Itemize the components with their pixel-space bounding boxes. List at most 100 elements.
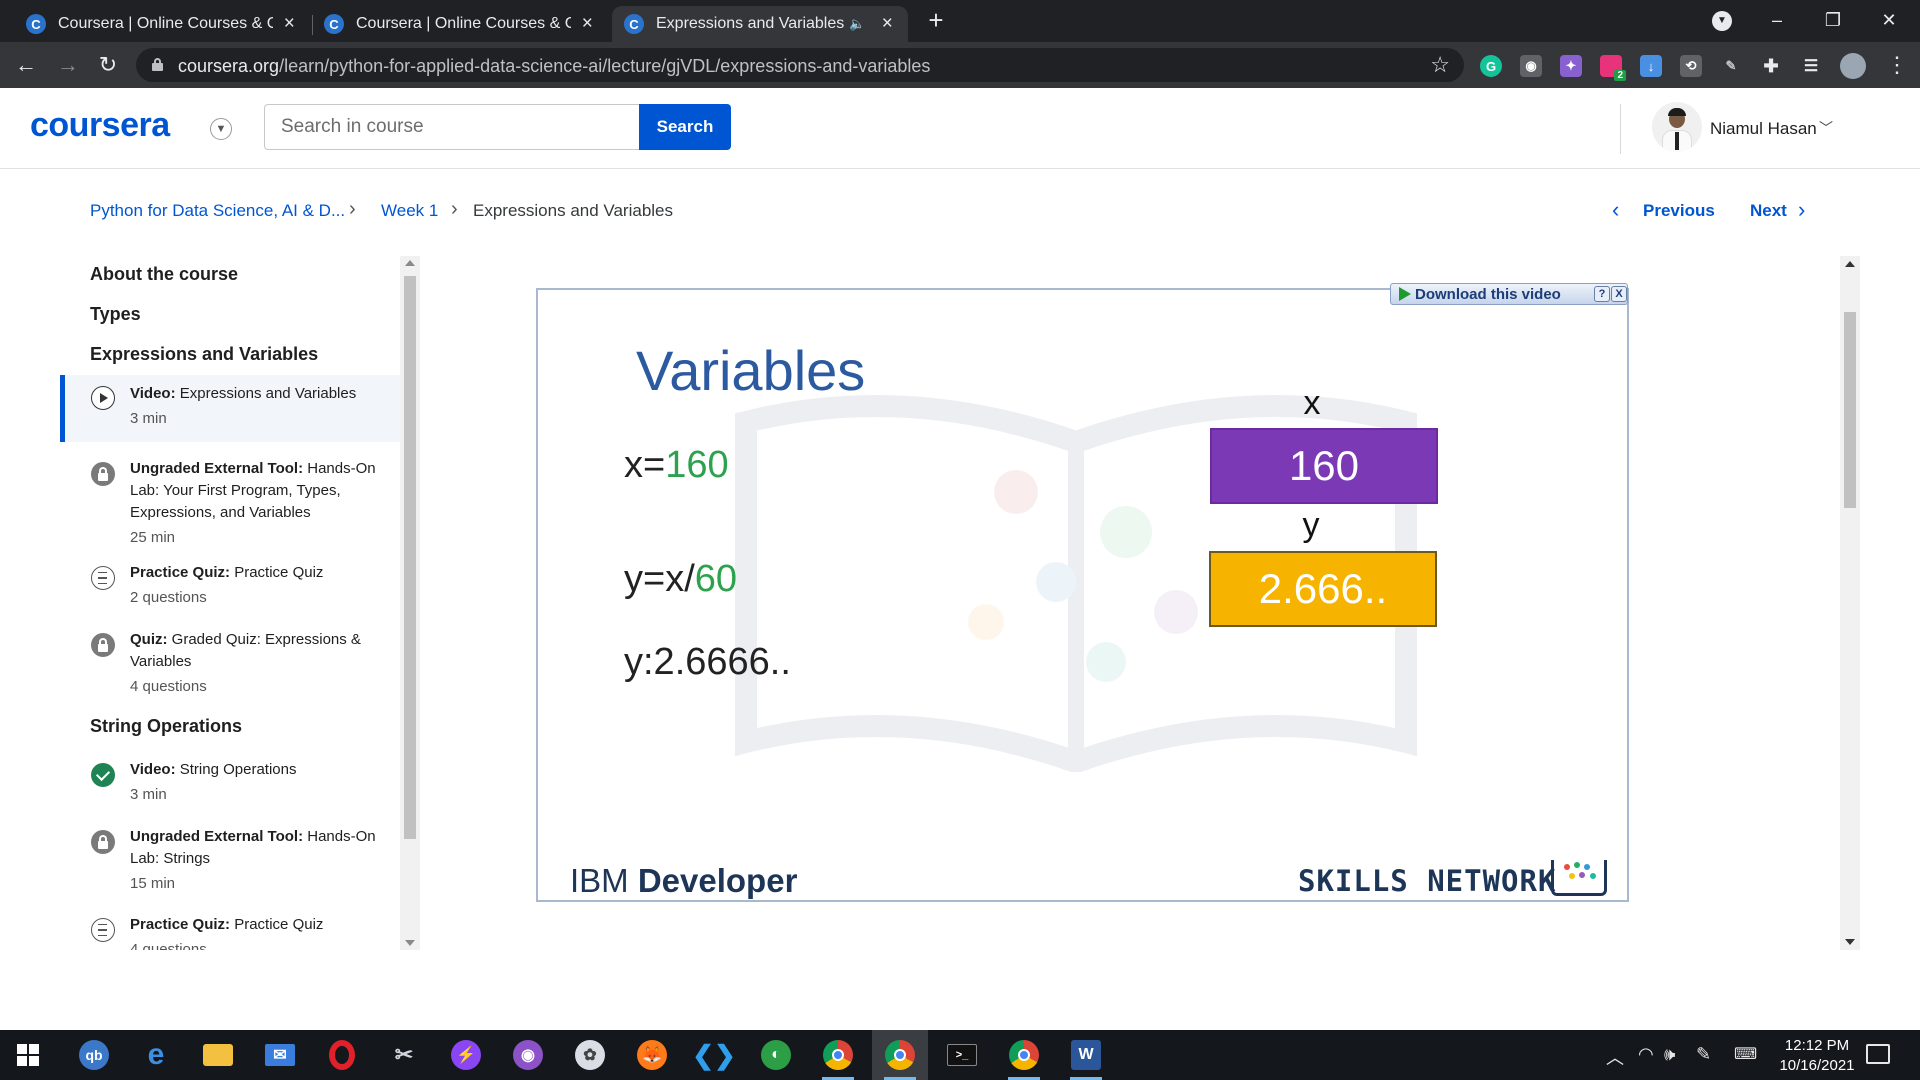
chrome-icon[interactable]: [810, 1030, 866, 1080]
terminal-icon[interactable]: >_: [934, 1030, 990, 1080]
next-link[interactable]: Next: [1750, 201, 1787, 221]
new-tab-button[interactable]: +: [922, 6, 950, 36]
search-input[interactable]: [264, 104, 640, 150]
sidebar-section-string-operations[interactable]: String Operations: [90, 716, 242, 737]
sidebar-item-practice-quiz-2[interactable]: Practice Quiz: Practice Quiz 4 questions: [60, 914, 400, 950]
camera-extension-icon[interactable]: ◉: [1520, 55, 1542, 77]
quiz-icon: [91, 918, 115, 942]
edge-icon[interactable]: e: [128, 1030, 184, 1080]
word-icon[interactable]: W: [1058, 1030, 1114, 1080]
sidebar-item-video-expressions[interactable]: Video: Expressions and Variables 3 min: [60, 375, 400, 442]
help-icon[interactable]: ?: [1594, 286, 1610, 302]
sidebar-item-lab-strings[interactable]: Ungraded External Tool: Hands-On Lab: St…: [60, 826, 400, 892]
close-window-icon[interactable]: ✕: [1866, 4, 1912, 36]
chevron-down-icon[interactable]: ▼: [210, 118, 232, 140]
scroll-down-arrow-icon[interactable]: [1845, 939, 1855, 945]
coursera-logo[interactable]: coursera: [30, 106, 170, 145]
content-scrollbar[interactable]: [1840, 256, 1860, 950]
sidebar-scrollbar[interactable]: [400, 256, 420, 950]
address-bar[interactable]: coursera.org/learn/python-for-applied-da…: [136, 48, 1464, 82]
puzzle-extensions-icon[interactable]: ✚: [1760, 55, 1782, 77]
tab-title: Expressions and Variables | Coursera: [656, 15, 845, 32]
coursera-favicon-icon: C: [624, 14, 644, 34]
breadcrumb-week[interactable]: Week 1: [381, 201, 438, 221]
globe-app-icon[interactable]: ◐: [748, 1030, 804, 1080]
sidebar-section-expressions[interactable]: Expressions and Variables: [90, 344, 318, 365]
pen-icon[interactable]: ✎: [1696, 1044, 1711, 1065]
minimize-icon[interactable]: –: [1754, 4, 1800, 36]
breadcrumb-course[interactable]: Python for Data Science, AI & D...: [90, 201, 345, 221]
keyboard-icon[interactable]: ⌨: [1734, 1044, 1757, 1064]
opera-icon[interactable]: [314, 1030, 370, 1080]
sidebar-item-lab-first-program[interactable]: Ungraded External Tool: Hands-On Lab: Yo…: [60, 452, 400, 546]
browser-tab-active[interactable]: C Expressions and Variables | Coursera 🔈…: [612, 6, 908, 42]
extension-icon[interactable]: ⟲: [1680, 55, 1702, 77]
sidebar-item-graded-quiz[interactable]: Quiz: Graded Quiz: Expressions & Variabl…: [60, 629, 400, 699]
close-tab-icon[interactable]: ×: [579, 13, 596, 35]
snipping-tool-icon[interactable]: ✂: [376, 1030, 432, 1080]
scroll-up-arrow-icon[interactable]: [405, 260, 415, 266]
paint-icon[interactable]: ✿: [562, 1030, 618, 1080]
back-icon[interactable]: ←: [12, 51, 40, 79]
close-tab-icon[interactable]: ×: [879, 13, 896, 35]
browser-toolbar: ← → ↻ coursera.org/learn/python-for-appl…: [0, 42, 1920, 88]
windows-start-icon[interactable]: [0, 1030, 56, 1080]
vscode-icon[interactable]: ❮❯: [686, 1030, 742, 1080]
download-extension-icon[interactable]: ↓: [1640, 55, 1662, 77]
chevron-up-icon[interactable]: ︿: [1606, 1044, 1624, 1070]
sidebar-item-practice-quiz[interactable]: Practice Quiz: Practice Quiz 2 questions: [60, 562, 400, 612]
variable-y-box: 2.666..: [1209, 551, 1437, 627]
media-control-icon[interactable]: ☰: [1800, 55, 1822, 77]
chevron-right-icon[interactable]: ›: [1798, 197, 1805, 223]
url-text[interactable]: coursera.org/learn/python-for-applied-da…: [178, 56, 930, 77]
lock-icon: [91, 633, 115, 657]
grammarly-extension-icon[interactable]: G: [1480, 55, 1502, 77]
browser-tab[interactable]: C Coursera | Online Courses & Credential…: [14, 6, 310, 42]
notification-icon[interactable]: [1866, 1044, 1890, 1064]
chrome-icon[interactable]: [872, 1030, 928, 1080]
firefox-icon[interactable]: 🦊: [624, 1030, 680, 1080]
restore-icon[interactable]: ❐: [1810, 4, 1856, 36]
tab-title: Coursera | Online Courses & Credentials …: [58, 15, 273, 32]
browser-tab[interactable]: C Coursera | Online Courses & Credential…: [312, 6, 608, 42]
sidebar-item-label: Practice Quiz: Practice Quiz 4 questions: [130, 916, 324, 950]
sidebar-item-video-string-operations[interactable]: Video: String Operations 3 min: [60, 759, 400, 809]
sidebar-item-label: Ungraded External Tool: Hands-On Lab: St…: [130, 828, 376, 892]
pen-extension-icon[interactable]: ✎: [1720, 55, 1742, 77]
download-video-button[interactable]: Download this video ? X: [1390, 283, 1628, 305]
qbittorrent-icon[interactable]: qb: [66, 1030, 122, 1080]
user-name[interactable]: Niamul Hasan: [1710, 119, 1817, 139]
search-button[interactable]: Search: [639, 104, 731, 150]
previous-link[interactable]: Previous: [1643, 201, 1715, 221]
mail-icon[interactable]: ✉: [252, 1030, 308, 1080]
scroll-down-arrow-icon[interactable]: [405, 940, 415, 946]
scrollbar-thumb[interactable]: [404, 276, 416, 839]
close-icon[interactable]: X: [1611, 286, 1627, 302]
play-icon: [1399, 287, 1411, 301]
github-desktop-icon[interactable]: ◉: [500, 1030, 556, 1080]
more-menu-icon[interactable]: ⋮: [1886, 50, 1908, 80]
wifi-icon[interactable]: ◠: [1638, 1044, 1654, 1065]
sidebar-section-types[interactable]: Types: [90, 304, 141, 325]
forward-icon[interactable]: →: [54, 51, 82, 79]
close-tab-icon[interactable]: ×: [281, 13, 298, 35]
extension-icon[interactable]: ✦: [1560, 55, 1582, 77]
clock[interactable]: 12:12 PM 10/16/2021: [1772, 1036, 1862, 1076]
user-avatar[interactable]: [1652, 102, 1702, 152]
profile-avatar-icon[interactable]: [1840, 53, 1866, 79]
sidebar-section-about[interactable]: About the course: [90, 264, 238, 285]
reload-icon[interactable]: ↻: [94, 51, 122, 79]
file-explorer-icon[interactable]: [190, 1030, 246, 1080]
chevron-down-icon[interactable]: ﹀: [1819, 118, 1833, 138]
speaker-icon[interactable]: 🔈: [849, 16, 870, 32]
video-player[interactable]: Variables x=160 y=x/60 y:2.6666.. x 160 …: [536, 288, 1629, 902]
volume-icon[interactable]: 🕪: [1664, 1044, 1675, 1065]
extension-icon[interactable]: 2: [1600, 55, 1626, 81]
scroll-up-arrow-icon[interactable]: [1845, 261, 1855, 267]
scrollbar-thumb[interactable]: [1844, 312, 1856, 508]
tab-search-icon[interactable]: ▼: [1712, 11, 1732, 31]
chrome-icon[interactable]: [996, 1030, 1052, 1080]
bookmark-star-icon[interactable]: ☆: [1430, 52, 1450, 78]
chevron-left-icon[interactable]: ‹: [1612, 197, 1619, 223]
messenger-icon[interactable]: ⚡: [438, 1030, 494, 1080]
